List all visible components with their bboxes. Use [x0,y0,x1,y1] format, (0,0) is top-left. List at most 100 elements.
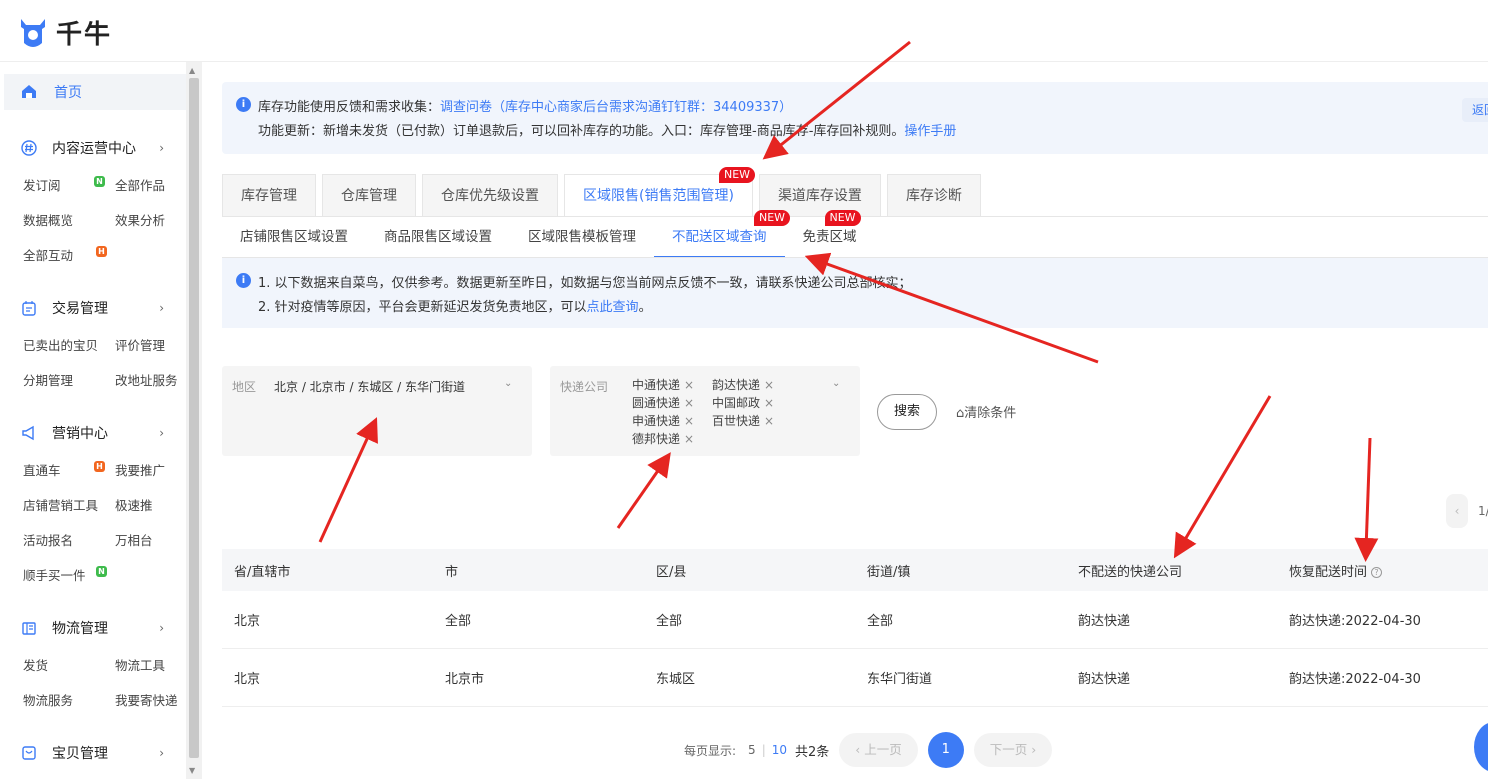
tab-inventory-diagnosis[interactable]: 库存诊断 [886,174,981,216]
clear-conditions-button[interactable]: ⌂清除条件 [956,402,1016,421]
sidebar-item[interactable]: 活动报名 [4,523,96,558]
scrollbar-thumb[interactable] [189,78,199,758]
sidebar-group-products: 宝贝管理 › [4,741,186,765]
subtab-product-region[interactable]: 商品限售区域设置 [366,218,510,258]
page-number-button[interactable]: 1 [927,732,964,768]
notice-line-1: 1. 以下数据来自菜鸟，仅供参考。数据更新至昨日，如数据与您当前网点反馈不一致，… [258,276,912,291]
prev-page-mini-button[interactable]: ‹ [1446,494,1468,528]
logistics-icon [20,619,38,637]
no-delivery-table: 省/直辖市 市 区/县 街道/镇 不配送的快递公司 恢复配送时间? 北京 全部 … [222,549,1488,707]
remove-icon[interactable]: × [684,396,694,410]
remove-icon[interactable]: × [764,396,774,410]
table-cell: 全部 [445,614,472,629]
total-count: 共2条 [795,744,830,760]
remove-icon[interactable]: × [764,378,774,392]
sidebar-group-header[interactable]: 交易管理 › [4,296,186,320]
manual-link[interactable]: 操作手册 [904,124,956,139]
sidebar-item[interactable]: 直通车 [4,453,96,488]
tab-warehouse-priority[interactable]: 仓库优先级设置 [422,174,558,216]
express-tag[interactable]: 圆通快递 × [632,394,712,412]
chevron-right-icon: › [159,141,164,155]
chevron-right-icon: › [159,426,164,440]
sidebar-item[interactable]: 店铺营销工具 [4,488,98,523]
chevron-right-icon: › [159,301,164,315]
sidebar-item[interactable]: 效果分析 [96,203,186,238]
pagination: 每页显示: 5 | 10 共2条 ‹ 上一页 1 下一页 › [684,732,1053,768]
remove-icon[interactable]: × [684,414,694,428]
sidebar-item[interactable]: N 全部作品 [94,168,186,203]
table-cell: 东华门街道 [867,672,933,687]
clipboard-icon [20,299,38,317]
survey-link[interactable]: 调查问卷（库存中心商家后台需求沟通钉钉群：34409337） [440,100,792,115]
new-badge: NEW [824,210,861,226]
sidebar-item[interactable]: 全部互动 H [4,238,107,273]
app-logo[interactable]: 千牛 [18,14,112,51]
search-button[interactable]: 搜索 [877,394,937,430]
express-tag[interactable]: 中国邮政 × [712,394,792,412]
bag-icon [20,744,38,762]
scroll-down-icon[interactable]: ▼ [189,766,195,775]
prev-page-button[interactable]: ‹ 上一页 [839,733,918,767]
express-tag[interactable]: 韵达快递 × [712,376,792,394]
sidebar-group-header[interactable]: 营销中心 › [4,421,186,445]
sidebar-item[interactable]: 发货 [4,648,96,683]
region-select[interactable]: 地区 北京 / 北京市 / 东城区 / 东华门街道 ⌄ [222,366,532,456]
sidebar-item[interactable]: H 我要推广 [94,453,186,488]
sidebar-item[interactable]: 顺手买一件 N [4,558,107,593]
chevron-down-icon: ⌄ [504,378,513,389]
tab-region-restriction[interactable]: 区域限售(销售范围管理) NEW [564,167,756,217]
column-header: 市 [445,564,459,580]
sidebar-item[interactable]: 物流服务 [4,683,96,718]
table-cell: 韵达快递 [1078,672,1131,687]
remove-icon[interactable]: × [684,378,694,392]
sidebar-item[interactable]: 发订阅 [4,168,96,203]
express-tag[interactable]: 百世快递 × [712,412,792,430]
tab-inventory[interactable]: 库存管理 [222,174,316,216]
sidebar-item[interactable]: 我要寄快递 [96,683,186,718]
subtab-no-delivery-query[interactable]: 不配送区域查询 NEW [654,210,791,258]
sidebar-item-home[interactable]: 首页 [4,74,186,110]
next-page-button[interactable]: 下一页 › [973,733,1053,767]
sidebar-group-header[interactable]: 物流管理 › [4,616,186,640]
express-tag[interactable]: 申通快递 × [632,412,712,430]
sidebar-item[interactable]: 评价管理 [96,328,186,363]
scroll-up-icon[interactable]: ▲ [189,66,195,75]
sidebar-item[interactable]: 万相台 [96,523,186,558]
subtab-store-region[interactable]: 店铺限售区域设置 [222,218,366,258]
express-select[interactable]: 快递公司 中通快递 × 韵达快递 × 圆通快递 × 中国邮政 × 申通快递 × 百世快递 ×… [550,366,860,456]
sidebar-item[interactable]: 物流工具 [96,648,186,683]
express-tag[interactable]: 德邦快递 × [632,430,712,448]
help-icon[interactable]: ? [1371,566,1383,578]
hot-indicator-icon: H [94,461,105,472]
sidebar-scrollbar[interactable]: ▲ ▼ [186,62,202,779]
sidebar-group-header[interactable]: 宝贝管理 › [4,741,186,765]
remove-icon[interactable]: × [764,414,774,428]
return-old-button[interactable]: 返回旧 [1462,98,1488,122]
tab-warehouse[interactable]: 仓库管理 [322,174,416,216]
sidebar-item[interactable]: 已卖出的宝贝 [4,328,98,363]
remove-icon[interactable]: × [684,432,694,446]
new-indicator-icon: N [94,176,105,187]
floating-help-button[interactable] [1474,722,1488,772]
query-link[interactable]: 点此查询 [587,300,639,315]
sidebar-item[interactable]: 分期管理 [4,363,96,398]
sidebar-group-title: 宝贝管理 [52,746,108,762]
page-size-option[interactable]: 5 [748,743,756,757]
chevron-right-icon: › [159,746,164,760]
page-size-option[interactable]: 10 [772,743,787,757]
subtab-exemption-region[interactable]: 免责区域 NEW [785,210,875,258]
new-indicator-icon: N [96,566,107,577]
express-tag[interactable]: 中通快递 × [632,376,712,394]
hot-indicator-icon: H [96,246,107,257]
table-cell: 韵达快递 [1078,614,1131,629]
sidebar-group-header[interactable]: 内容运营中心 › [4,136,186,160]
sidebar-group-trade: 交易管理 › 已卖出的宝贝 评价管理 分期管理 改地址服务 [4,296,186,398]
sidebar-item[interactable]: 极速推 [96,488,186,523]
region-label: 地区 [232,380,257,394]
table-header: 省/直辖市 市 区/县 街道/镇 不配送的快递公司 恢复配送时间? [222,549,1488,591]
subtab-template-manage[interactable]: 区域限售模板管理 [510,218,654,258]
sidebar: 首页 内容运营中心 › 发订阅 N 全部作品 数据概览 效果分析 全部互动 H 交易… [4,62,186,779]
sidebar-item[interactable]: 改地址服务 [96,363,186,398]
top-bar: 千牛 [0,0,1488,62]
sidebar-item[interactable]: 数据概览 [4,203,96,238]
